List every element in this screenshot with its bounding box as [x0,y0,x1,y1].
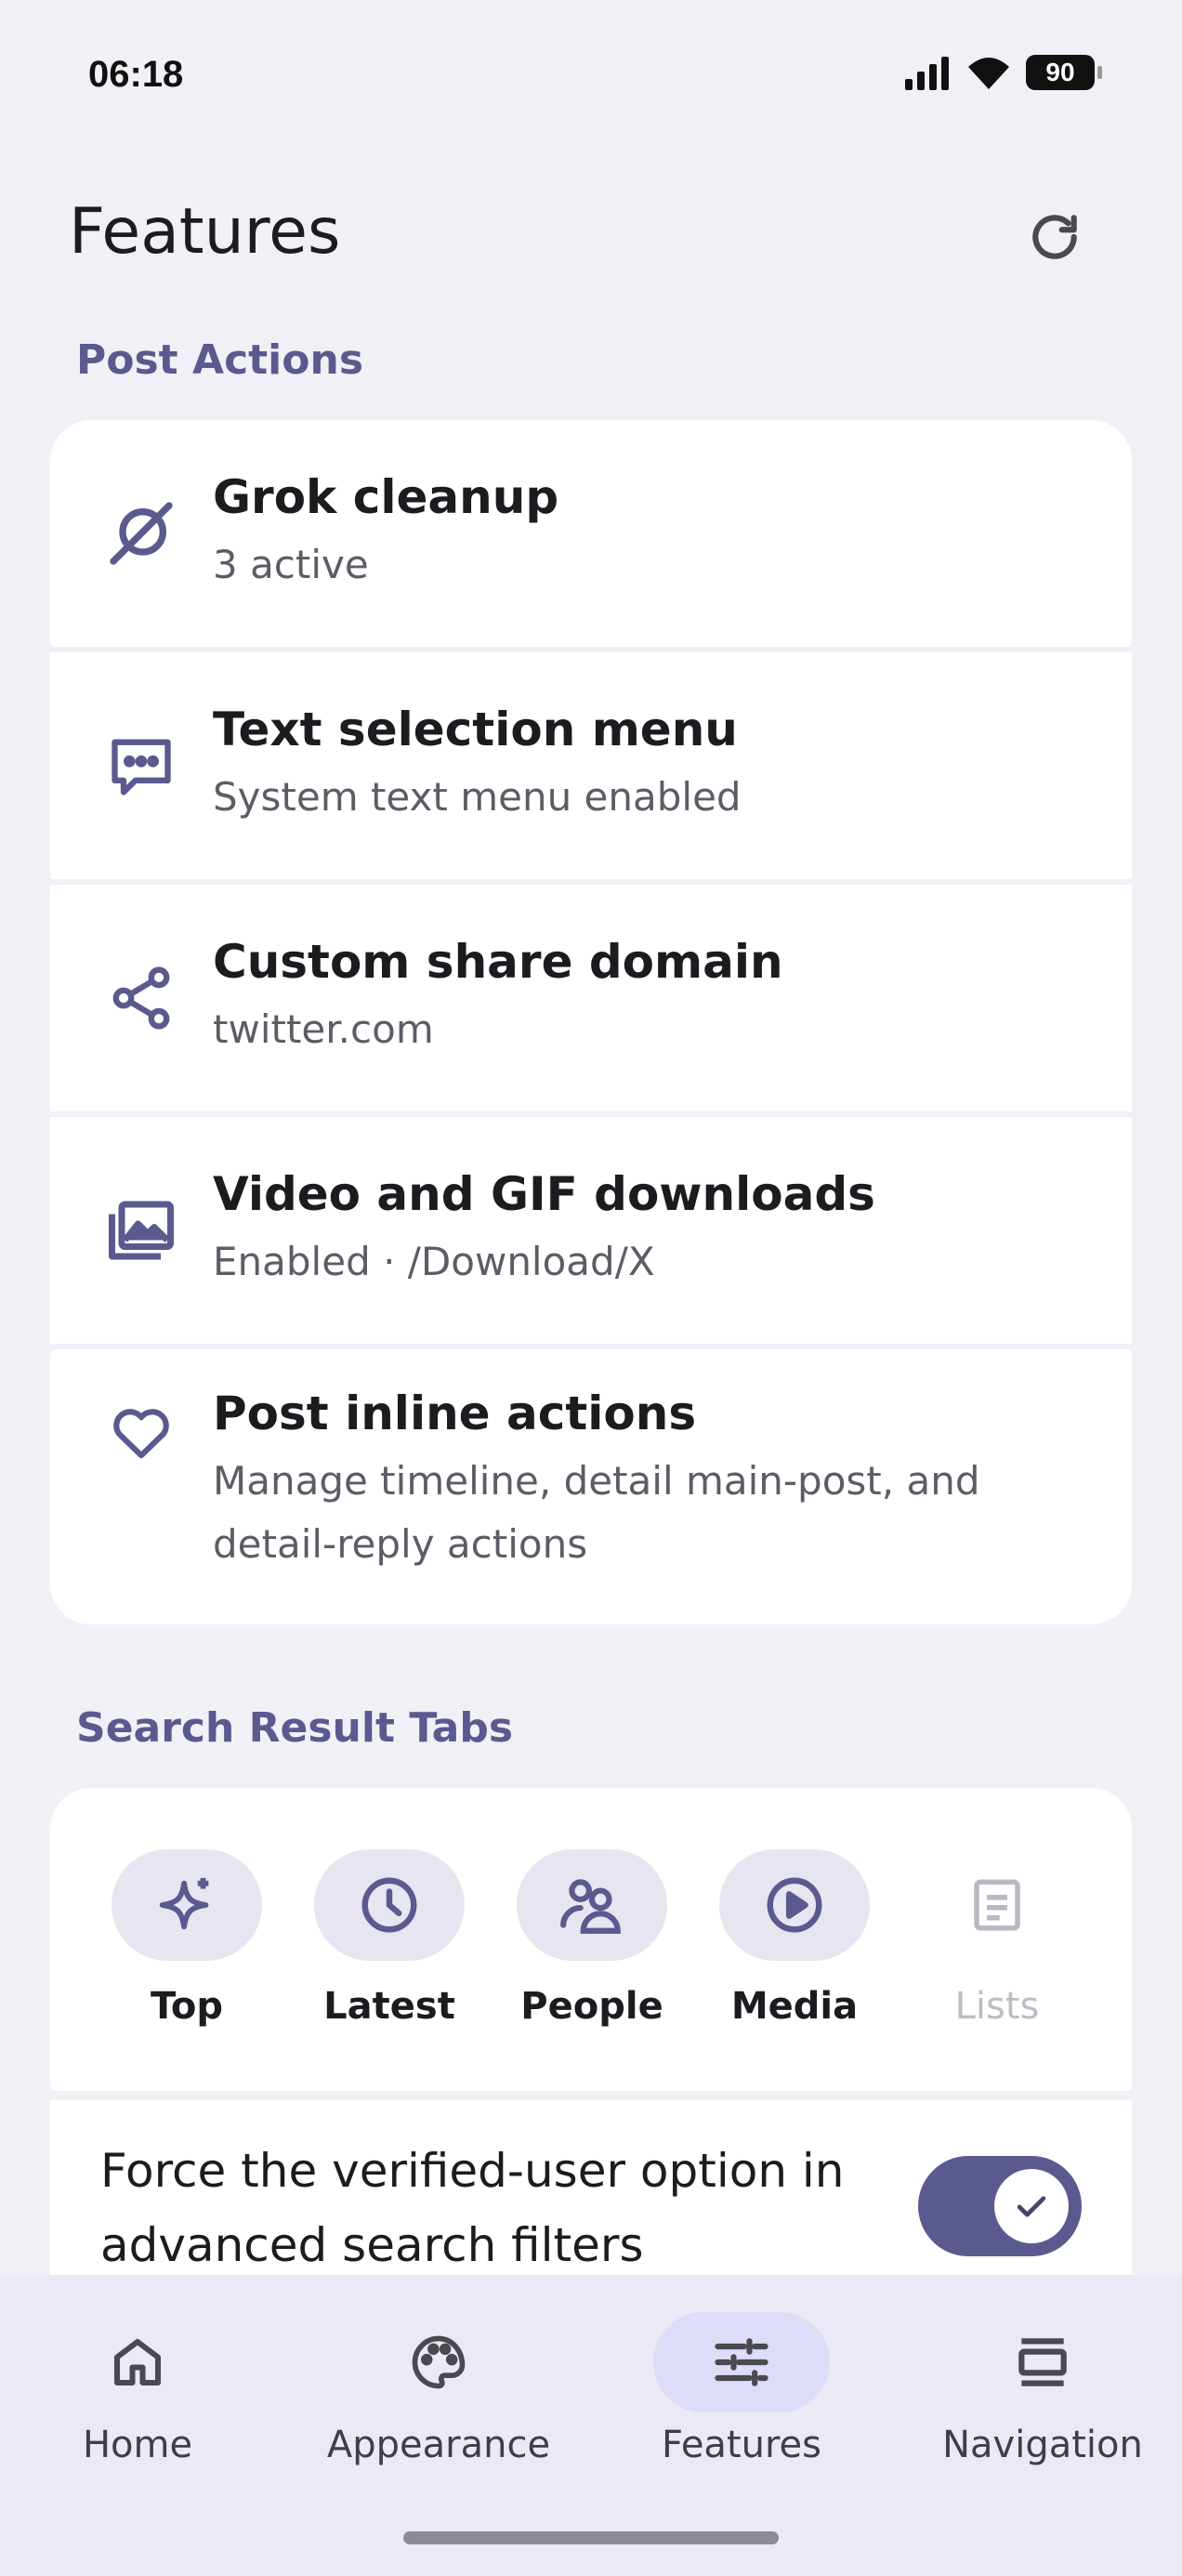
tab-media[interactable]: Media [706,1849,883,2028]
tab-top[interactable]: Top [98,1849,275,2028]
text-selection-menu-row[interactable]: Text selection menu System text menu ena… [50,652,1132,879]
tab-pill [922,1849,1072,1961]
tab-people[interactable]: People [504,1849,680,2028]
sparkle-icon [154,1873,219,1938]
nav-appearance[interactable]: Appearance [318,2312,559,2466]
custom-share-domain-row[interactable]: Custom share domain twitter.com [50,885,1132,1111]
verified-filter-card: Force the verified-user option in advanc… [50,2100,1132,2275]
app-header: Features [0,167,1182,297]
check-icon [1011,2186,1052,2227]
people-icon [558,1871,626,1939]
refresh-icon [1026,208,1084,266]
nav-pill [350,2312,527,2412]
page-title: Features [69,195,341,269]
status-time: 06:18 [88,54,184,95]
nav-pill [653,2312,830,2412]
row-title: Video and GIF downloads [213,1167,875,1221]
row-subtitle: 3 active [213,542,369,587]
row-title: Custom share domain [213,935,783,989]
switch-knob [994,2169,1069,2243]
grok-cleanup-row[interactable]: Grok cleanup 3 active [50,420,1132,647]
nav-label: Features [662,2424,821,2466]
signal-icon [903,55,952,90]
verified-filter-label: Force the verified-user option in advanc… [100,2144,845,2272]
photo-library-icon [95,1184,188,1277]
nav-label: Appearance [326,2424,551,2466]
tab-lists[interactable]: Lists [909,1849,1085,2028]
section-label-search-tabs: Search Result Tabs [76,1704,514,1752]
battery-indicator: 90 [1026,55,1102,90]
row-title: Post inline actions [213,1387,697,1440]
palette-icon [407,2331,470,2394]
refresh-button[interactable] [1013,195,1097,279]
nav-pill [49,2312,226,2412]
status-bar: 06:18 90 [0,0,1182,149]
tab-label: People [520,1985,663,2028]
grok-icon [95,487,188,580]
tab-label: Media [730,1985,859,2028]
verified-filter-switch[interactable] [918,2156,1082,2256]
post-actions-card: Grok cleanup 3 active Text selection men… [50,420,1132,1624]
navigation-icon [1011,2331,1074,2394]
row-title: Grok cleanup [213,470,559,524]
tab-pill [719,1849,870,1961]
status-icons: 90 [903,54,1102,91]
row-title: Text selection menu [213,703,738,756]
tab-latest[interactable]: Latest [301,1849,478,2028]
clock-icon [357,1873,422,1938]
search-tabs-card: Top Latest People Media Lists [50,1788,1132,2091]
post-inline-actions-row[interactable]: Post inline actions Manage timeline, det… [50,1349,1132,1624]
home-indicator [403,2531,779,2544]
nav-home[interactable]: Home [17,2312,258,2466]
tab-label: Lists [954,1985,1040,2028]
nav-navigation[interactable]: Navigation [922,2312,1163,2466]
play-icon [762,1873,827,1938]
heart-icon [95,1385,188,1478]
wifi-icon [965,54,1013,91]
nav-pill [954,2312,1131,2412]
tab-pill [112,1849,262,1961]
nav-features[interactable]: Features [621,2312,862,2466]
tab-pill [314,1849,465,1961]
row-subtitle: System text menu enabled [213,774,742,820]
section-label-post-actions: Post Actions [76,336,364,384]
row-subtitle: twitter.com [213,1006,434,1052]
row-subtitle: Manage timeline, detail main-post, and d… [213,1458,980,1567]
sliders-icon [710,2331,773,2394]
share-icon [95,952,188,1045]
tab-pill [517,1849,667,1961]
row-subtitle: Enabled · /Download/X [213,1239,655,1284]
tab-label: Latest [323,1985,455,2028]
video-gif-downloads-row[interactable]: Video and GIF downloads Enabled · /Downl… [50,1117,1132,1344]
home-icon [107,2332,168,2393]
tab-label: Top [150,1985,224,2028]
nav-label: Navigation [942,2424,1143,2466]
nav-label: Home [82,2424,193,2466]
message-dots-icon [95,719,188,812]
list-doc-icon [966,1874,1028,1936]
